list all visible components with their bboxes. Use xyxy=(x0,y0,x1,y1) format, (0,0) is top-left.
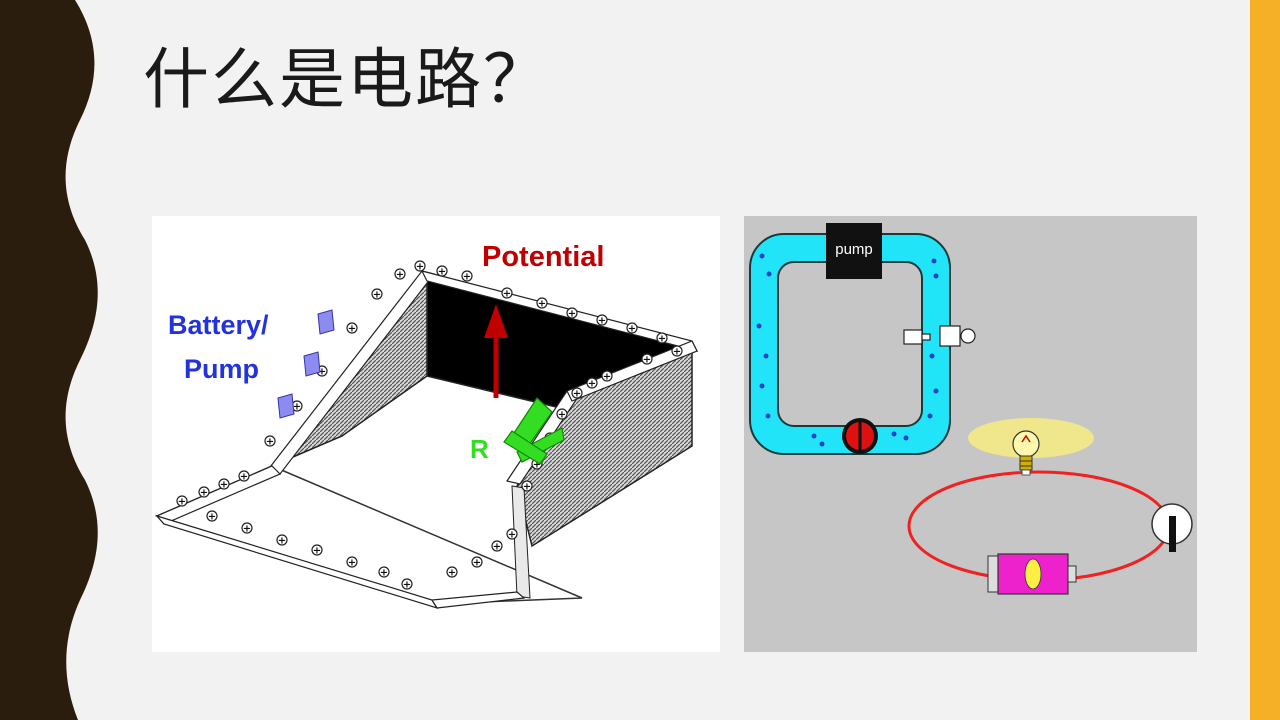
charge-plus-sign: + xyxy=(200,488,208,499)
charge-plus-sign: + xyxy=(348,558,356,569)
flow-wheel-icon xyxy=(842,418,878,454)
water-circuit-analogy: pump xyxy=(744,216,1197,652)
charge-plus-sign: + xyxy=(658,334,666,345)
charge-plus-sign: + xyxy=(403,580,411,591)
slide-title: 什么是电路？ xyxy=(143,41,551,118)
wavy-left-band xyxy=(0,0,98,720)
charge-plus-sign: + xyxy=(503,289,511,300)
potential-label: Potential xyxy=(482,241,604,273)
charge-plus-sign: + xyxy=(628,324,636,335)
charge-plus-sign: + xyxy=(538,299,546,310)
charge-plus-sign: + xyxy=(463,272,471,283)
resistor-label: R xyxy=(470,434,489,464)
charge-plus-sign: + xyxy=(473,558,481,569)
charge-plus-sign: + xyxy=(348,324,356,335)
charge-plus-sign: + xyxy=(380,568,388,579)
charge-plus-sign: + xyxy=(508,530,516,541)
charge-plus-sign: + xyxy=(208,512,216,523)
pump-label: Pump xyxy=(184,354,259,384)
pump-label: pump xyxy=(835,241,873,258)
charge-plus-sign: + xyxy=(278,536,286,547)
charge-plus-sign: + xyxy=(178,497,186,508)
charge-plus-sign: + xyxy=(438,267,446,278)
charge-plus-sign: + xyxy=(673,347,681,358)
battery-label: Battery/ xyxy=(168,310,269,340)
charge-plus-sign: + xyxy=(568,309,576,320)
charge-plus-sign: + xyxy=(220,480,228,491)
charge-plus-sign: + xyxy=(603,372,611,383)
charge-plus-sign: + xyxy=(588,379,596,390)
charge-plus-sign: + xyxy=(313,546,321,557)
switch-icon xyxy=(1151,503,1193,552)
light-bulb-icon xyxy=(1012,430,1040,476)
charge-plus-sign: + xyxy=(558,410,566,421)
charge-plus-sign: + xyxy=(448,568,456,579)
charge-plus-sign: + xyxy=(643,355,651,366)
battery-cell-icon xyxy=(987,553,1077,595)
charge-plus-sign: + xyxy=(598,316,606,327)
charge-plus-sign: + xyxy=(573,389,581,400)
charge-plus-sign: + xyxy=(416,262,424,273)
charge-plus-sign: + xyxy=(243,524,251,535)
potential-diagram: +++++++++++++++++++++++++++++++++++++++ … xyxy=(152,216,720,652)
charge-plus-sign: + xyxy=(493,542,501,553)
charge-plus-sign: + xyxy=(240,472,248,483)
charge-plus-sign: + xyxy=(523,482,531,493)
charge-plus-sign: + xyxy=(373,290,381,301)
accent-right-band xyxy=(1250,0,1280,720)
charge-plus-sign: + xyxy=(396,270,404,281)
charge-plus-sign: + xyxy=(266,437,274,448)
